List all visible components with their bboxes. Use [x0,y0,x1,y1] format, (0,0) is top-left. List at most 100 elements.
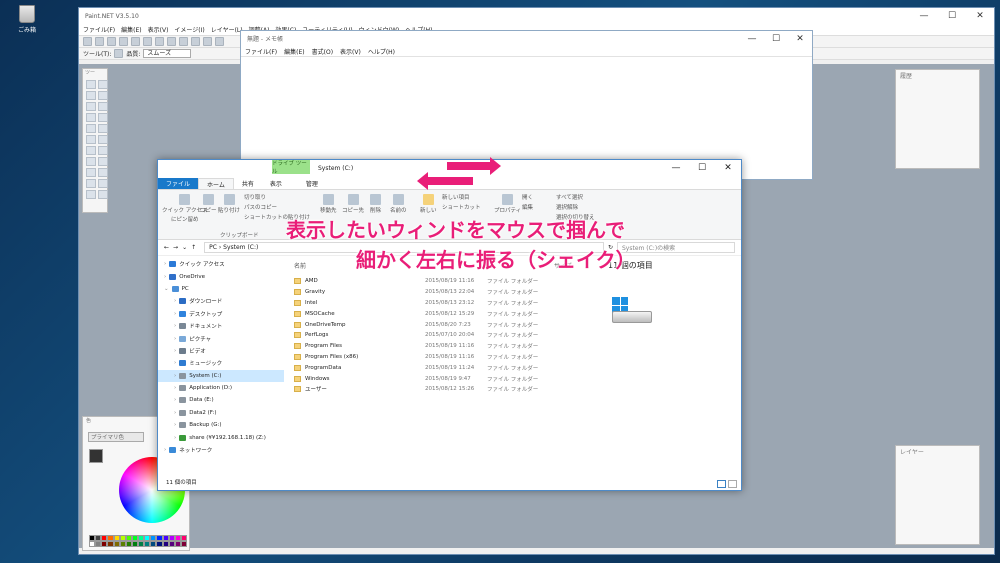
notepad-window[interactable]: 無題 - メモ帳 — ☐ ✕ ファイル(F) 編集(E) 書式(O) 表示(V)… [240,30,813,180]
paste-icon[interactable] [155,37,164,46]
primary-color-swatch[interactable] [89,449,103,463]
nav-item[interactable]: › ドキュメント [158,320,284,332]
explorer-minimize-button[interactable]: — [663,160,689,176]
copy-to-button[interactable]: コピー先 [342,194,364,214]
rounded-rect-tool[interactable] [98,179,108,188]
menu-layers[interactable]: レイヤー(L) [211,25,243,34]
recolor-tool[interactable] [98,157,108,166]
file-row[interactable]: MSOCache 2015/08/12 15:29 ファイル フォルダー [294,308,594,319]
menu-edit[interactable]: 編集(E) [121,25,141,34]
recycle-bin[interactable]: ごみ箱 [14,5,40,34]
notepad-menu-file[interactable]: ファイル(F) [245,47,277,56]
magic-wand-tool[interactable] [86,113,96,122]
nav-item[interactable]: › クイック アクセス [158,258,284,270]
expand-chevron-icon[interactable]: › [174,397,176,403]
tab-file[interactable]: ファイル [158,178,199,189]
tab-home[interactable]: ホーム [198,178,234,189]
cut-button[interactable]: 切り取り [244,193,310,201]
copy-icon[interactable] [143,37,152,46]
rename-button[interactable]: 名前の [390,194,407,214]
details-view-icon[interactable] [717,480,726,488]
expand-chevron-icon[interactable]: › [164,274,166,280]
nav-item[interactable]: ⌄ PC [158,283,284,295]
expand-chevron-icon[interactable]: › [174,435,176,441]
file-row[interactable]: Intel 2015/08/13 23:12 ファイル フォルダー [294,298,594,309]
ellipse-tool[interactable] [86,190,96,199]
freeform-tool[interactable] [98,190,108,199]
nav-item[interactable]: › デスクトップ [158,308,284,320]
text-tool[interactable] [86,168,96,177]
quality-dropdown[interactable]: スムーズ [143,49,192,58]
cut-icon[interactable] [131,37,140,46]
large-icons-view-icon[interactable] [728,480,737,488]
explorer-maximize-button[interactable]: ☐ [689,160,715,176]
notepad-menu-help[interactable]: ヘルプ(H) [368,47,395,56]
primary-color-button[interactable]: プライマリ色 [88,432,144,442]
expand-chevron-icon[interactable]: › [174,422,176,428]
notepad-minimize-button[interactable]: — [740,34,764,44]
forward-icon[interactable]: → [173,244,178,251]
gradient-tool[interactable] [98,124,108,133]
nav-item[interactable]: › share (¥¥192.168.1.18) (Z:) [158,431,284,443]
menu-image[interactable]: イメージ(I) [174,25,204,34]
expand-chevron-icon[interactable]: ⌄ [164,286,169,292]
minimize-button[interactable]: — [910,11,938,21]
copy-button[interactable]: コピー [200,194,217,214]
color-palette[interactable] [89,535,187,547]
lasso-tool[interactable] [86,91,96,100]
grid-icon[interactable] [215,37,224,46]
properties-button[interactable]: プロパティ [494,194,521,214]
brush-tool[interactable] [86,135,96,144]
tab-view[interactable]: 表示 [262,178,290,189]
notepad-maximize-button[interactable]: ☐ [764,34,788,44]
file-row[interactable]: Gravity 2015/08/13 22:04 ファイル フォルダー [294,287,594,298]
tab-manage[interactable]: 管理 [298,178,326,189]
expand-chevron-icon[interactable]: › [174,298,176,304]
edit-button[interactable]: 編集 [522,203,533,211]
notepad-menu-edit[interactable]: 編集(E) [284,47,304,56]
expand-chevron-icon[interactable]: › [174,385,176,391]
copy-path-button[interactable]: パスのコピー [244,203,310,211]
nav-item[interactable]: › Backup (G:) [158,419,284,431]
ellipse-select-tool[interactable] [86,102,96,111]
nav-item[interactable]: › OneDrive [158,270,284,282]
nav-item[interactable]: › ピクチャ [158,332,284,344]
paste-button[interactable]: 貼り付け [218,194,240,214]
expand-chevron-icon[interactable]: › [164,261,166,267]
delete-button[interactable]: 削除 [370,194,381,214]
back-icon[interactable]: ← [164,244,169,251]
nav-item[interactable]: › ネットワーク [158,444,284,456]
nav-item[interactable]: › Data (E:) [158,394,284,406]
explorer-close-button[interactable]: ✕ [715,160,741,176]
expand-chevron-icon[interactable]: › [174,311,176,317]
menu-view[interactable]: 表示(V) [148,25,169,34]
recent-icon[interactable]: ⌄ [182,244,187,251]
maximize-button[interactable]: ☐ [938,11,966,21]
file-row[interactable]: OneDriveTemp 2015/08/20 7:23 ファイル フォルダー [294,319,594,330]
new-item-button[interactable]: 新しい項目 [442,193,481,201]
menu-file[interactable]: ファイル(F) [83,25,115,34]
tab-share[interactable]: 共有 [234,178,262,189]
file-row[interactable]: ProgramData 2015/08/19 11:24 ファイル フォルダー [294,362,594,373]
file-row[interactable]: ユーザー 2015/08/12 15:26 ファイル フォルダー [294,384,594,395]
bucket-tool[interactable] [86,124,96,133]
crop-icon[interactable] [167,37,176,46]
move-tool[interactable] [98,80,108,89]
nav-item[interactable]: › Application (D:) [158,382,284,394]
nav-item[interactable]: › System (C:) [158,369,284,382]
file-row[interactable]: AMD 2015/08/19 11:16 ファイル フォルダー [294,276,594,287]
drive-tools-context-tab[interactable]: ドライブ ツール [272,160,310,175]
nav-item[interactable]: › ミュージック [158,357,284,369]
nav-item[interactable]: › ダウンロード [158,295,284,307]
paintnet-titlebar[interactable]: Paint.NET V3.5.10 — ☐ ✕ [79,8,994,24]
undo-icon[interactable] [191,37,200,46]
pan-tool[interactable] [98,113,108,122]
line-tool[interactable] [98,168,108,177]
expand-chevron-icon[interactable]: › [174,410,176,416]
tool-select-icon[interactable] [114,49,124,58]
deselect-icon[interactable] [179,37,188,46]
notepad-menu-view[interactable]: 表示(V) [340,47,361,56]
file-row[interactable]: Windows 2015/08/19 9:47 ファイル フォルダー [294,373,594,384]
notepad-menu-format[interactable]: 書式(O) [312,47,333,56]
new-folder-button[interactable]: 新しい [420,194,437,214]
